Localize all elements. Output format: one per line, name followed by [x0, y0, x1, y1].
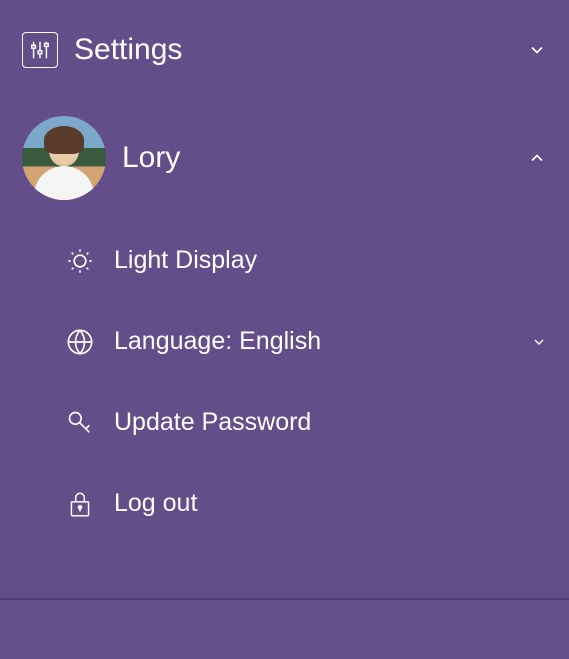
user-name: Lory — [122, 141, 511, 175]
user-menu: Light Display Language: English — [16, 220, 553, 544]
sun-icon — [66, 247, 94, 275]
menu-item-log-out[interactable]: Log out — [60, 463, 553, 544]
menu-label-update-password: Update Password — [114, 408, 547, 437]
key-icon — [66, 409, 94, 437]
lock-icon — [66, 490, 94, 518]
user-header-row[interactable]: Lory — [16, 96, 553, 220]
sliders-icon — [22, 32, 58, 68]
chevron-down-icon — [531, 334, 547, 350]
menu-label-language: Language: English — [114, 327, 511, 356]
chevron-down-icon — [527, 40, 547, 60]
settings-title: Settings — [74, 33, 511, 67]
chevron-up-icon — [527, 148, 547, 168]
footer-area — [0, 600, 569, 659]
menu-label-log-out: Log out — [114, 489, 547, 518]
menu-item-update-password[interactable]: Update Password — [60, 382, 553, 463]
avatar — [22, 116, 106, 200]
menu-label-light-display: Light Display — [114, 246, 547, 275]
globe-icon — [66, 328, 94, 356]
menu-item-language[interactable]: Language: English — [60, 301, 553, 382]
settings-panel: Settings Lory — [0, 0, 569, 564]
menu-item-light-display[interactable]: Light Display — [60, 220, 553, 301]
settings-header-row[interactable]: Settings — [16, 20, 553, 96]
